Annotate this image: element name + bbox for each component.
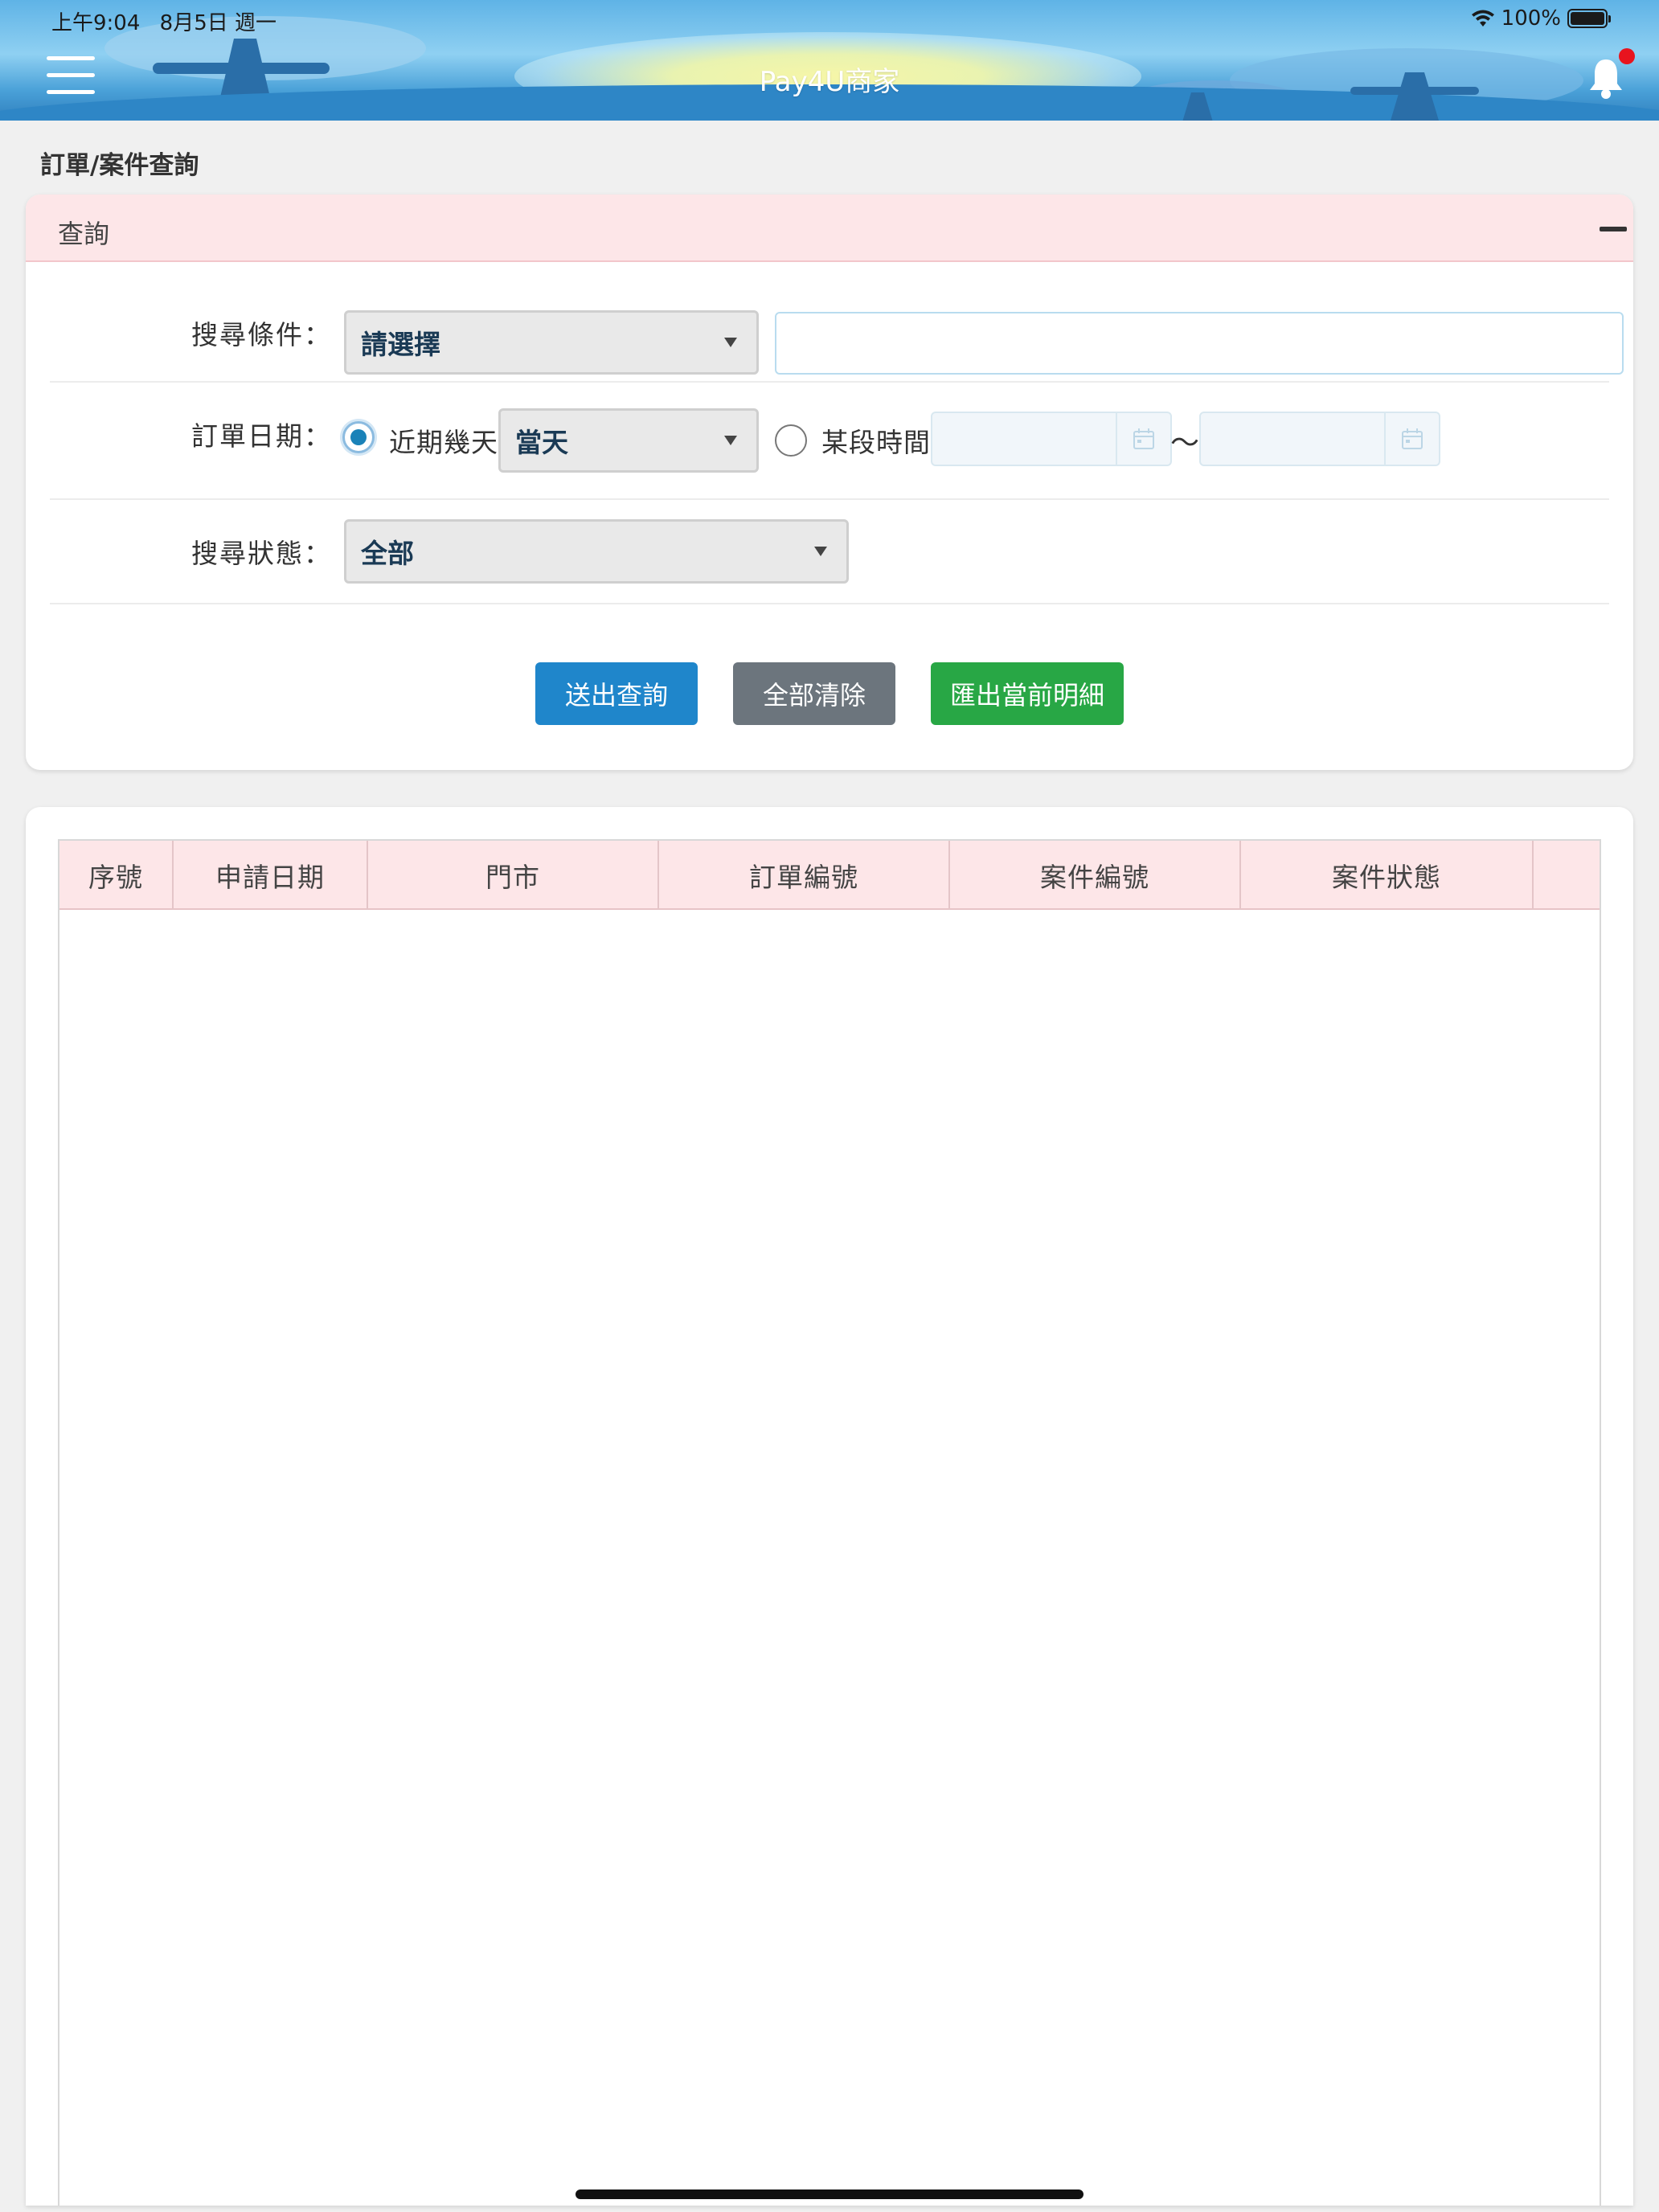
home-indicator[interactable] [576, 2189, 1083, 2199]
chevron-down-icon [724, 338, 737, 347]
query-panel-title: 查詢 [58, 219, 110, 249]
results-table: 序號 申請日期 門市 訂單編號 案件編號 案件狀態 [58, 839, 1601, 2206]
query-panel: 查詢 搜尋條件： 請選擇 訂單日期： 近期幾天 當天 某段時間 ～ 搜尋狀態： … [26, 195, 1633, 770]
status-time: 上午9:04 [51, 11, 141, 35]
page-title: 訂單/案件查詢 [40, 151, 199, 180]
calendar-icon [1133, 428, 1154, 449]
status-date: 8月5日 週一 [159, 11, 277, 35]
export-details-button[interactable]: 匯出當前明細 [931, 662, 1124, 725]
app-header: 上午9:04 8月5日 週一 100% Pay4U商家 [0, 0, 1659, 121]
column-header-case-status: 案件狀態 [1241, 841, 1534, 910]
date-range-separator: ～ [1170, 427, 1200, 460]
recent-days-select-value: 當天 [515, 427, 568, 458]
bell-icon [1590, 59, 1622, 99]
table-header: 序號 申請日期 門市 訂單編號 案件編號 案件狀態 [59, 841, 1600, 910]
search-status-row: 搜尋狀態： 全部 [50, 500, 1609, 604]
column-header-apply-date: 申請日期 [174, 841, 368, 910]
column-header-store: 門市 [368, 841, 659, 910]
submit-query-button[interactable]: 送出查詢 [535, 662, 698, 725]
start-date-input[interactable] [931, 412, 1172, 466]
search-status-label: 搜尋狀態： [191, 538, 332, 569]
status-bar-right: 100% [1471, 6, 1611, 31]
status-bar-time: 上午9:04 8月5日 週一 [51, 6, 276, 36]
end-date-input[interactable] [1199, 412, 1440, 466]
search-condition-row: 搜尋條件： 請選擇 [50, 262, 1624, 383]
collapse-button[interactable] [1593, 211, 1632, 246]
column-header-extra [1534, 841, 1600, 910]
recent-days-label: 近期幾天 [389, 427, 498, 458]
calendar-icon [1402, 428, 1423, 449]
search-status-select-value: 全部 [361, 538, 414, 569]
query-panel-header: 查詢 [26, 195, 1633, 262]
order-date-row: 訂單日期： 近期幾天 當天 某段時間 ～ [50, 383, 1609, 500]
notification-badge [1619, 48, 1635, 64]
period-label: 某段時間 [821, 427, 931, 458]
battery-icon [1567, 9, 1611, 28]
battery-percent: 100% [1501, 6, 1561, 31]
search-keyword-input[interactable] [775, 312, 1624, 375]
recent-days-radio[interactable] [342, 421, 375, 453]
period-radio[interactable] [775, 424, 807, 457]
order-date-label: 訂單日期： [191, 420, 332, 452]
search-condition-select[interactable]: 請選擇 [344, 310, 759, 375]
results-panel: 序號 申請日期 門市 訂單編號 案件編號 案件狀態 [26, 807, 1633, 2206]
column-header-index: 序號 [59, 841, 174, 910]
app-root: 上午9:04 8月5日 週一 100% Pay4U商家 訂單/案件查詢 查詢 搜… [0, 0, 1659, 2212]
app-title: Pay4U商家 [759, 66, 900, 98]
chevron-down-icon [724, 436, 737, 445]
clear-all-button[interactable]: 全部清除 [733, 662, 895, 725]
column-header-case-number: 案件編號 [950, 841, 1241, 910]
recent-days-select[interactable]: 當天 [498, 408, 759, 473]
wifi-icon [1471, 10, 1494, 27]
notification-button[interactable] [1587, 56, 1625, 100]
search-condition-label: 搜尋條件： [191, 319, 332, 350]
calendar-icon-wrap[interactable] [1116, 413, 1170, 465]
chevron-down-icon [814, 547, 827, 556]
column-header-order-number: 訂單編號 [659, 841, 950, 910]
calendar-icon-wrap[interactable] [1384, 413, 1439, 465]
search-condition-select-value: 請選擇 [361, 329, 440, 360]
search-status-select[interactable]: 全部 [344, 519, 849, 584]
